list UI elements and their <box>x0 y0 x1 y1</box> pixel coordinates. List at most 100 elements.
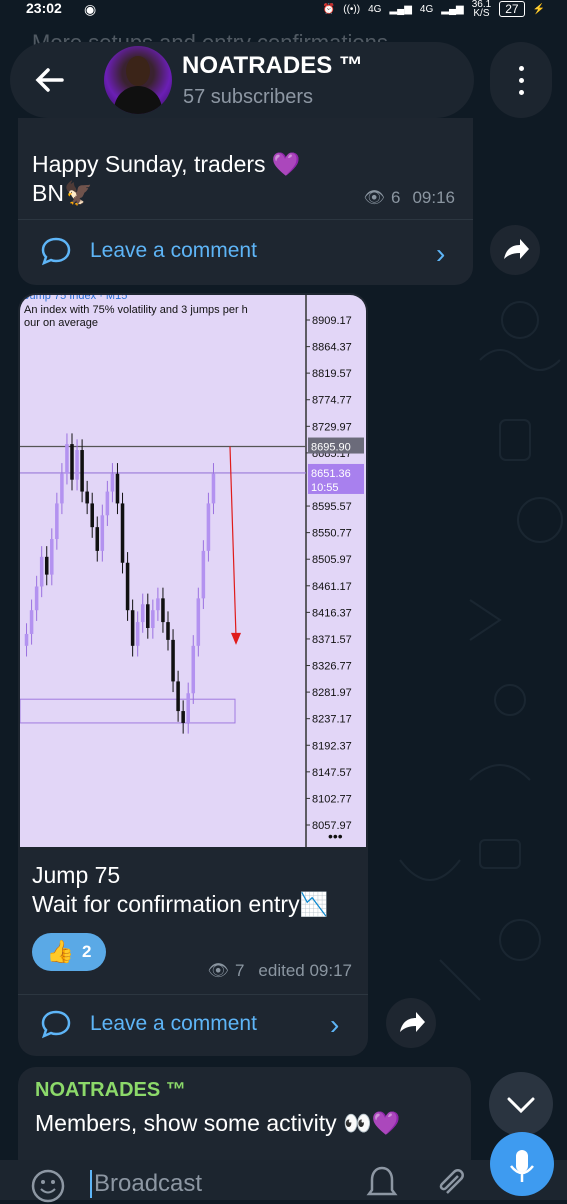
leave-comment-label: Leave a comment <box>90 239 257 262</box>
channel-header[interactable]: NOATRADES ™ 57 subscribers <box>10 42 474 118</box>
emoji-icon[interactable] <box>30 1164 70 1204</box>
whatsapp-icon: ◉ <box>84 1 97 17</box>
candle-body <box>186 693 190 723</box>
speed-readout: 36.1 K/S <box>472 0 491 19</box>
channel-name: NOATRADES ™ <box>182 52 363 79</box>
share-button-1[interactable] <box>490 225 540 275</box>
speed-unit: K/S <box>473 8 490 19</box>
candle-body <box>125 562 130 611</box>
share-button-2[interactable] <box>386 998 436 1048</box>
candle-body <box>135 622 140 646</box>
candle-body <box>120 503 125 563</box>
post1-line: BN🦅 <box>32 180 93 206</box>
message-bubble-2[interactable]: Jump 75 Index · M15 An index with 75% vol… <box>18 293 368 1056</box>
candle-body <box>166 622 170 640</box>
y-tick-label: 8505.97 <box>312 554 352 566</box>
reaction-emoji: 👍 <box>46 939 74 964</box>
price-chart: Jump 75 Index · M15 An index with 75% vol… <box>20 295 364 847</box>
down-arrow-head <box>231 632 241 645</box>
candle-body <box>50 539 54 575</box>
candle-body <box>115 473 120 504</box>
candle-body <box>110 473 115 492</box>
post1-text: Happy Sunday, traders 💜 BN🦅 <box>32 150 301 208</box>
microphone-icon <box>510 1150 534 1182</box>
candle-body <box>196 598 201 646</box>
candle-body <box>156 598 160 611</box>
post1-meta: 👁 6 09:16 <box>363 188 455 208</box>
candle-body <box>130 610 135 646</box>
demand-zone <box>20 698 236 724</box>
post2-meta: 👁 7 edited 09:17 <box>207 961 352 981</box>
back-arrow-icon[interactable] <box>32 62 68 98</box>
candle-body <box>206 503 211 551</box>
candle-body <box>191 645 196 694</box>
y-tick-label: 8550.77 <box>312 528 352 540</box>
candle-body <box>161 598 165 623</box>
views-icon: 👁 <box>363 188 385 207</box>
menu-dot <box>519 78 524 83</box>
y-tick-label: 8774.77 <box>312 395 352 407</box>
signal-icon: ▂▄▆ <box>389 3 412 15</box>
message-bubble-1[interactable]: Happy Sunday, traders 💜 BN🦅 👁 6 09:16 Le… <box>18 118 473 285</box>
y-tick-label: 8461.17 <box>312 581 352 593</box>
candle-body <box>60 473 64 504</box>
y-tick-label: 8909.17 <box>312 315 352 327</box>
candle-body <box>176 681 180 712</box>
y-tick-label: 8147.57 <box>312 767 352 779</box>
y-tick-label: 8595.57 <box>312 501 352 513</box>
candle-body <box>140 604 145 623</box>
battery-level: 27 <box>499 1 525 17</box>
leave-comment-button-1[interactable]: Leave a comment <box>40 236 257 266</box>
candle-body <box>85 491 89 504</box>
scroll-down-button[interactable] <box>489 1072 553 1136</box>
current-time-label: 10:55 <box>311 482 339 494</box>
message-composer: Broadcast <box>0 1160 567 1203</box>
mic-button[interactable] <box>490 1132 554 1196</box>
candle-body <box>181 711 185 723</box>
chart-title: Jump 75 Index · M15 <box>24 295 127 302</box>
broadcast-input[interactable]: Broadcast <box>90 1170 202 1198</box>
current-price-label: 8651.36 <box>311 468 351 480</box>
more-options-button[interactable] <box>490 42 552 118</box>
chevron-right-icon: › <box>330 1009 340 1040</box>
share-icon <box>400 1012 425 1032</box>
candle-body <box>65 444 69 474</box>
caption-line: Wait for confirmation entry📉 <box>32 891 329 917</box>
subscriber-count: 57 subscribers <box>183 86 314 108</box>
network-2-label: 4G <box>419 3 434 15</box>
chart-image[interactable]: Jump 75 Index · M15 An index with 75% vol… <box>20 295 366 847</box>
y-tick-label: 8102.77 <box>312 793 352 805</box>
chevron-down-icon <box>507 1097 535 1114</box>
attach-icon[interactable] <box>432 1162 468 1202</box>
y-tick-label: 8729.97 <box>312 421 352 433</box>
comment-icon <box>41 1010 71 1039</box>
candle-body <box>105 491 110 516</box>
alarm-icon: ⏰ <box>322 3 336 15</box>
reaction-chip[interactable]: 👍 2 <box>32 933 106 971</box>
hotspot-icon: ((•)) <box>343 3 361 15</box>
views-icon: 👁 <box>207 961 229 980</box>
price-level-label: 8695.90 <box>311 442 351 454</box>
channel-avatar[interactable] <box>104 46 172 114</box>
avatar-body <box>114 86 162 114</box>
post3-text: Members, show some activity 👀💜 <box>35 1110 401 1136</box>
candle-body <box>34 586 39 611</box>
post2-time: edited 09:17 <box>258 961 352 980</box>
signal-icon: ▂▄▆ <box>441 3 464 15</box>
candle-body <box>151 610 155 629</box>
status-time: 23:02 <box>26 0 62 16</box>
candle-body <box>29 610 34 634</box>
charging-icon: ⚡ <box>532 3 545 15</box>
post3-author[interactable]: NOATRADES ™ <box>35 1079 186 1102</box>
bell-icon[interactable] <box>364 1162 400 1202</box>
candle-body <box>39 556 44 587</box>
share-icon <box>504 239 529 259</box>
y-tick-label: 8864.37 <box>312 342 352 354</box>
down-arrow-line <box>229 446 237 637</box>
candle-body <box>75 450 79 480</box>
y-tick-label: 8237.17 <box>312 714 352 726</box>
chart-subtitle: An index with 75% volatility and 3 jumps… <box>24 304 248 316</box>
leave-comment-button-2[interactable]: Leave a comment <box>40 1009 257 1039</box>
network-1-label: 4G <box>368 3 382 15</box>
post2-views: 7 <box>234 961 245 980</box>
